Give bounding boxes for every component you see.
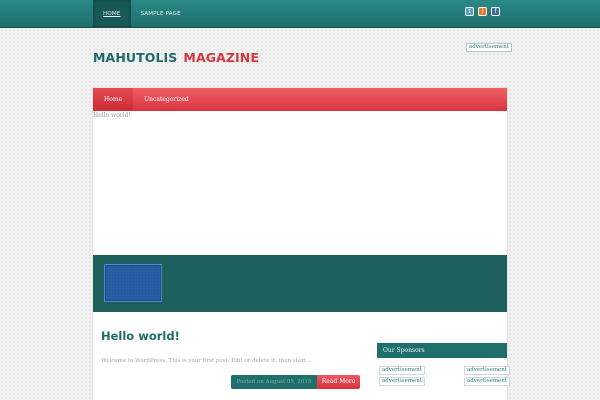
post-excerpt: Welcome to WordPress. This is your first… bbox=[101, 358, 312, 364]
logo-part-1: MAHUTOLIS bbox=[93, 50, 178, 65]
social-icons: t ) f bbox=[465, 7, 500, 16]
sponsors-heading: Our Sponsors bbox=[377, 343, 507, 358]
breadcrumb: Hello world! bbox=[93, 112, 131, 119]
read-more-button[interactable]: Read More bbox=[317, 375, 360, 389]
post-title[interactable]: Hello world! bbox=[101, 329, 180, 343]
rss-icon[interactable]: ) bbox=[478, 7, 487, 16]
post-date: Posted on August 05, 2015 bbox=[231, 375, 317, 389]
logo-part-2: MAGAZINE bbox=[183, 50, 259, 65]
sponsor-ad[interactable]: advertisement bbox=[464, 366, 511, 375]
sponsor-ad[interactable]: advertisement bbox=[379, 377, 426, 386]
sponsor-ad[interactable]: advertisement bbox=[379, 366, 426, 375]
main-menu: Home Uncategorized bbox=[93, 88, 507, 111]
top-bar: HOME SAMPLE PAGE t ) f bbox=[0, 0, 600, 28]
featured-thumbnail[interactable] bbox=[104, 264, 162, 302]
top-nav-home[interactable]: HOME bbox=[93, 0, 131, 28]
menu-item-uncategorized[interactable]: Uncategorized bbox=[133, 88, 200, 111]
top-nav-sample-page[interactable]: SAMPLE PAGE bbox=[131, 0, 191, 28]
header-advertisement[interactable]: advertisement bbox=[466, 43, 513, 52]
sponsor-ad[interactable]: advertisement bbox=[464, 377, 511, 386]
twitter-icon[interactable]: t bbox=[465, 7, 474, 16]
top-nav: HOME SAMPLE PAGE bbox=[93, 0, 191, 28]
menu-item-home[interactable]: Home bbox=[93, 88, 134, 111]
site-logo[interactable]: MAHUTOLIS MAGAZINE bbox=[93, 50, 259, 65]
facebook-icon[interactable]: f bbox=[491, 7, 500, 16]
